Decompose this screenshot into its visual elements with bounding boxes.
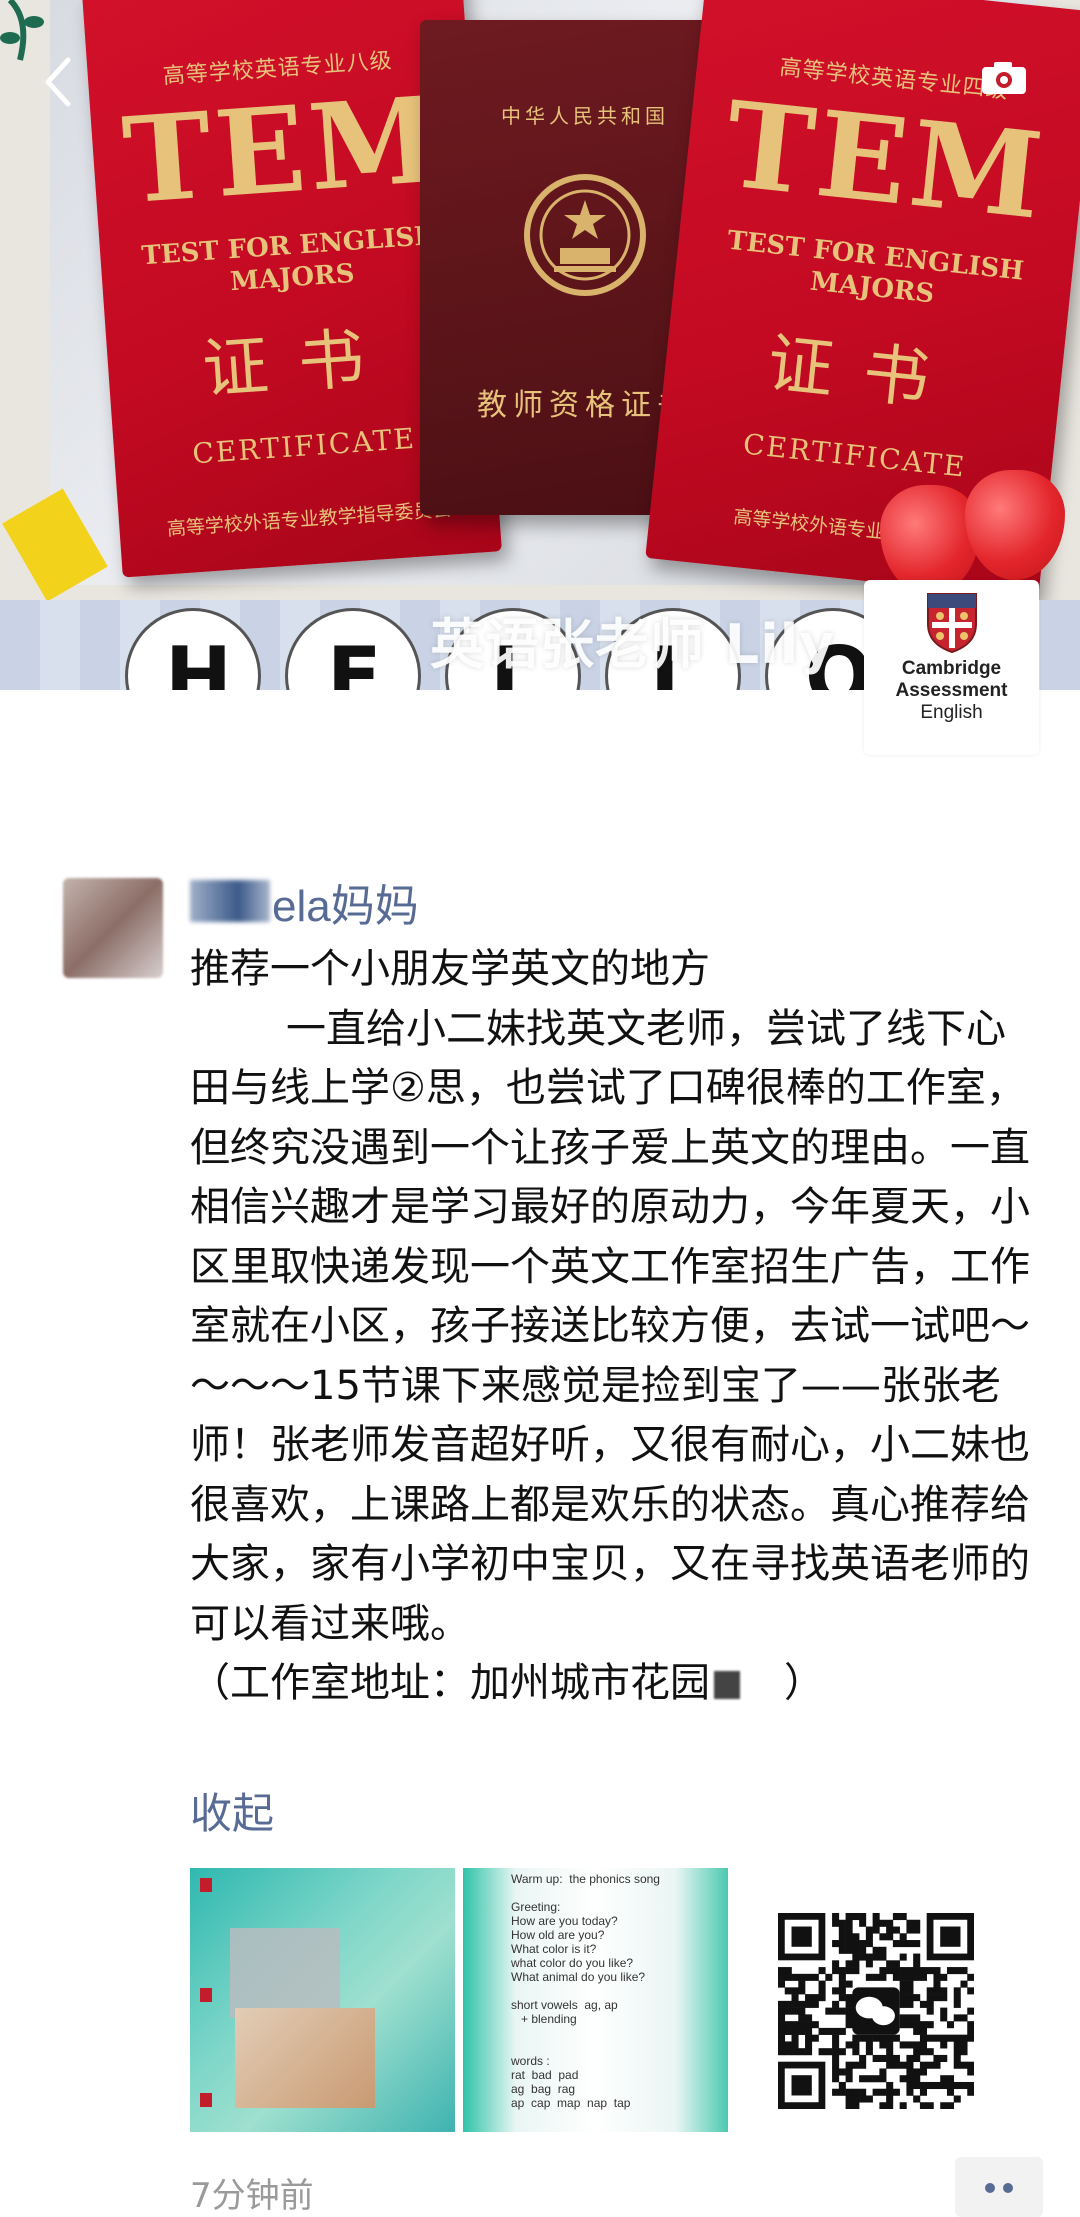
lesson-plan-line	[511, 1886, 660, 1900]
lesson-plan-line: What animal do you like?	[511, 1970, 646, 1984]
post-image-3-qr[interactable]	[736, 1868, 1001, 2132]
national-emblem-icon	[524, 174, 646, 296]
dot	[1003, 2183, 1013, 2193]
lesson-plan-text: Warm up: the phonics song Greeting: How a…	[511, 1872, 660, 2110]
author-name[interactable]: ela妈妈	[272, 870, 419, 934]
avatar[interactable]	[63, 878, 163, 978]
cert-zh: 证书	[763, 324, 963, 422]
hello-letter: E	[327, 630, 382, 690]
collapse-link[interactable]: 收起	[190, 1780, 274, 1841]
photo-card	[235, 2008, 375, 2108]
post-image-2[interactable]: Warm up: the phonics song Greeting: How a…	[463, 1868, 728, 2132]
lesson-plan-line: rat bad pad	[511, 2068, 579, 2082]
hello-letter: H	[165, 630, 232, 690]
lesson-plan-line: what color do you like?	[511, 1956, 634, 1970]
qr-code	[778, 1913, 974, 2109]
post-image-1[interactable]	[190, 1868, 455, 2132]
post-text: 推荐一个小朋友学英文的地方 一直给小二妹找英文老师，尝试了线下心田与线上学②思，…	[190, 940, 1030, 1714]
lesson-plan-line: ag bag rag	[511, 2082, 576, 2096]
shield-mini-icon	[200, 1988, 212, 2002]
address-text: （工作室地址：加州城市花园	[190, 1660, 710, 1706]
lesson-plan-line: Greeting:	[511, 1900, 561, 1914]
lesson-plan-line: Warm up: the phonics song	[511, 1872, 660, 1886]
logo-line: English	[920, 702, 983, 723]
certificates-photo: 高等学校英语专业八级 TEM TEST FOR ENGLISH MAJORS 证…	[50, 0, 1080, 600]
logo-line: Assessment	[895, 680, 1008, 701]
post-title: 推荐一个小朋友学英文的地方	[190, 946, 710, 992]
shield-mini-icon	[200, 1878, 212, 1892]
dot	[985, 2183, 995, 2193]
lesson-plan-line: What color is it?	[511, 1942, 597, 1956]
post-address: （工作室地址：加州城市花园 ）	[190, 1654, 1030, 1714]
lesson-plan-line	[511, 2026, 660, 2040]
camera-icon[interactable]	[980, 60, 1028, 96]
lesson-plan-line: + blending	[511, 2012, 577, 2026]
photo-card	[230, 1928, 340, 2018]
lesson-plan-line	[511, 1984, 660, 1998]
name-redaction	[190, 880, 270, 922]
lesson-plan-line: How are you today?	[511, 1914, 618, 1928]
lesson-plan-line	[511, 2040, 660, 2054]
cambridge-assessment-logo: Cambridge Assessment English	[864, 580, 1039, 755]
address-end: ）	[784, 1660, 824, 1706]
lesson-plan-line: words :	[511, 2054, 550, 2068]
back-chevron-icon[interactable]	[38, 52, 78, 112]
post-body: 一直给小二妹找英文老师，尝试了线下心田与线上学②思，也尝试了口碑很棒的工作室，但…	[190, 1005, 1030, 1647]
lesson-plan-line: How old are you?	[511, 1928, 605, 1942]
address-redaction	[714, 1671, 740, 1699]
shield-mini-icon	[200, 2093, 212, 2107]
cover-caption: 英语张老师 Lily	[430, 613, 836, 676]
cambridge-shield-icon	[926, 593, 977, 654]
logo-line: Cambridge	[901, 658, 1002, 679]
lesson-plan-line: short vowels ag, ap	[511, 1998, 618, 2012]
lesson-plan-line: ap cap map nap tap	[511, 2096, 631, 2110]
more-dots-icon[interactable]	[955, 2157, 1043, 2217]
